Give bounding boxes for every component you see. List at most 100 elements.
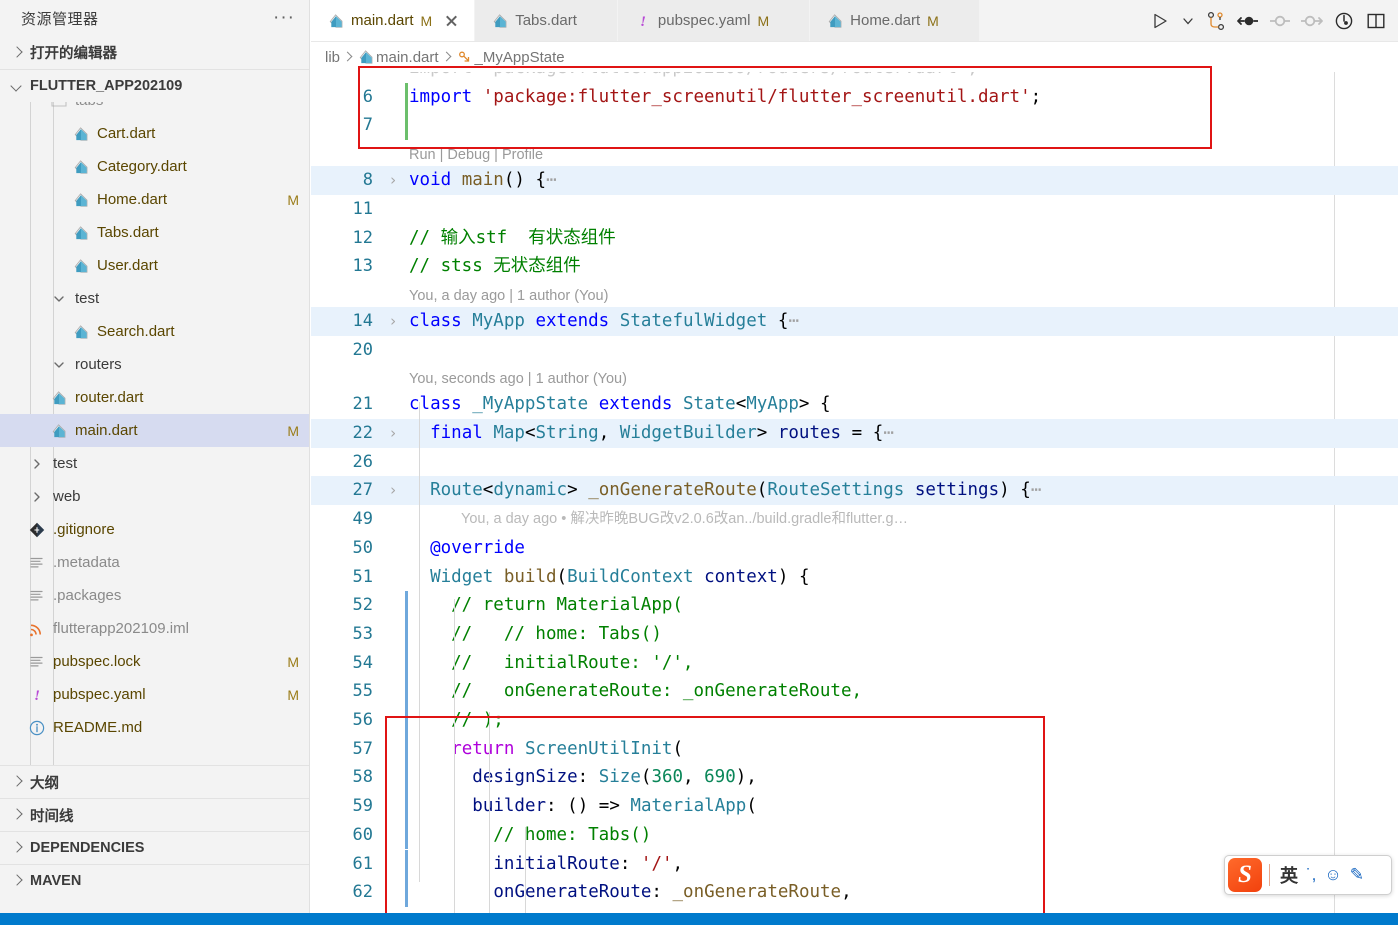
tree-item-label: web [53, 488, 81, 505]
sidebar-section--[interactable]: 时间线 [0, 798, 309, 831]
line-number: 61 [352, 853, 373, 874]
fold-chevron-icon[interactable]: › [385, 419, 401, 448]
code-line[interactable]: 6 import 'package:flutter_screenutil/flut… [311, 83, 1398, 112]
code-line[interactable]: 54 // initialRoute: '/', [311, 649, 1398, 678]
tree-item-search-dart[interactable]: Search.dart [0, 315, 309, 348]
tree-item-readme-md[interactable]: README.md [0, 711, 309, 744]
sidebar-section-dependencies[interactable]: DEPENDENCIES [0, 831, 309, 864]
line-number: 22 [352, 423, 373, 443]
info-icon [26, 718, 48, 738]
code-line[interactable]: 58 designSize: Size(360, 690), [311, 763, 1398, 792]
git-fork-icon[interactable] [1201, 5, 1231, 37]
tree-item-modified-badge: M [287, 191, 299, 208]
status-bar[interactable] [0, 913, 1398, 925]
code-line[interactable]: 51 Widget build(BuildContext context) { [311, 563, 1398, 592]
run-button[interactable] [1145, 5, 1175, 37]
sidebar-section-maven[interactable]: MAVEN [0, 864, 309, 897]
tree-item-main-dart[interactable]: main.dart M [0, 414, 309, 447]
tree-item-router-dart[interactable]: router.dart [0, 381, 309, 414]
gutter-change-marker [405, 619, 408, 649]
explorer-more-actions-button[interactable]: ··· [273, 8, 295, 27]
line-number: 54 [352, 652, 373, 673]
step-back-icon[interactable] [1233, 5, 1263, 37]
tree-item-flutterapp202109-iml[interactable]: flutterapp202109.iml [0, 612, 309, 645]
ime-pen-icon[interactable]: ✎ [1346, 865, 1368, 885]
gutter-change-marker [405, 792, 408, 821]
tree-item-web[interactable]: web [0, 480, 309, 513]
ime-emoji-icon[interactable]: ☺ [1320, 865, 1345, 885]
run-dropdown-chevron-icon[interactable] [1177, 5, 1199, 37]
tree-item-label: .packages [53, 587, 122, 604]
code-editor[interactable]: import 'package:flutterapp202109/routers… [311, 72, 1398, 913]
code-line[interactable]: 14 › class MyApp extends StatefulWidget {⋯ [311, 306, 1398, 336]
tree-item-label: test [53, 455, 78, 472]
ime-toolbar[interactable]: S 英 ˙, ☺ ✎ [1224, 855, 1392, 895]
code-line[interactable]: 52 // return MaterialApp( [311, 591, 1398, 620]
section-project-root[interactable]: FLUTTER_APP202109 [0, 69, 309, 102]
close-icon[interactable] [443, 12, 460, 29]
code-lens[interactable]: You, seconds ago | 1 author (You) [409, 366, 627, 392]
tree-item-label: .gitignore [53, 521, 115, 538]
fold-chevron-icon[interactable]: › [385, 307, 401, 336]
tree-item--metadata[interactable]: .metadata [0, 546, 309, 579]
ime-mode-button[interactable]: 英 [1276, 862, 1302, 888]
line-number: 12 [352, 227, 373, 248]
breadcrumb-item-main-dart[interactable]: main.dart [356, 48, 439, 66]
code-line[interactable]: 59 builder: () => MaterialApp( [311, 792, 1398, 821]
code-line[interactable]: 50 @override [311, 534, 1398, 563]
editor-tab-pubspec-yaml[interactable]: ! pubspec.yaml M [617, 0, 811, 41]
breadcrumb-separator-icon [340, 49, 356, 65]
line-number: 27 [352, 480, 373, 501]
code-line[interactable]: 55 // onGenerateRoute: _onGenerateRoute, [311, 677, 1398, 706]
fold-chevron-icon[interactable]: › [385, 166, 401, 195]
code-lens[interactable]: Run | Debug | Profile [409, 142, 543, 168]
code-line[interactable]: 8 › void main() {⋯ [311, 166, 1398, 195]
code-line[interactable]: 21 class _MyAppState extends State<MyApp>… [311, 390, 1398, 419]
tree-item-category-dart[interactable]: Category.dart [0, 150, 309, 183]
tree-item-pubspec-yaml[interactable]: ! pubspec.yaml M [0, 678, 309, 711]
gutter-change-marker [405, 648, 408, 678]
code-line[interactable]: 7 [311, 111, 1398, 140]
tree-item-test[interactable]: test [0, 447, 309, 480]
code-line[interactable]: 53 // // home: Tabs() [311, 620, 1398, 649]
code-line[interactable]: 12 // 输入stf 有状态组件 [311, 224, 1398, 253]
tree-item-routers[interactable]: routers [0, 348, 309, 381]
code-lens[interactable]: You, a day ago | 1 author (You) [409, 283, 608, 309]
code-line[interactable]: 13 // stss 无状态组件 [311, 252, 1398, 281]
chevron-right-icon [8, 839, 26, 857]
gutter-change-marker [405, 82, 408, 112]
code-line[interactable]: 56 // ); [311, 706, 1398, 735]
tree-item--packages[interactable]: .packages [0, 579, 309, 612]
tree-item-home-dart[interactable]: Home.dart M [0, 183, 309, 216]
sogou-logo-icon[interactable]: S [1228, 858, 1262, 892]
code-line[interactable]: 20 [311, 336, 1398, 365]
fold-chevron-icon[interactable]: › [385, 476, 401, 505]
code-line[interactable]: 22 › final Map<String, WidgetBuilder> rou… [311, 419, 1398, 448]
tree-item-tabs[interactable]: tabs [0, 102, 309, 117]
line-number: 62 [352, 882, 373, 903]
breadcrumb-item-lib[interactable]: lib [325, 49, 340, 66]
tree-item--gitignore[interactable]: .gitignore [0, 513, 309, 546]
dart-icon [491, 12, 513, 30]
tree-item-user-dart[interactable]: User.dart [0, 249, 309, 282]
section-open-editors[interactable]: 打开的编辑器 [0, 36, 309, 69]
editor-tab-home-dart[interactable]: Home.dart M [810, 0, 980, 41]
editor-tab-tabs-dart[interactable]: Tabs.dart [475, 0, 618, 41]
debug-clock-icon[interactable] [1329, 5, 1359, 37]
code-line[interactable]: 11 [311, 195, 1398, 224]
tree-item-pubspec-lock[interactable]: pubspec.lock M [0, 645, 309, 678]
code-line[interactable]: 60 // home: Tabs() [311, 821, 1398, 850]
code-line[interactable]: 26 [311, 448, 1398, 477]
tree-item-tabs-dart[interactable]: Tabs.dart [0, 216, 309, 249]
editor-tab-main-dart[interactable]: main.dart M [311, 0, 476, 41]
tree-item-cart-dart[interactable]: Cart.dart [0, 117, 309, 150]
ime-punctuation-button[interactable]: ˙, [1302, 865, 1320, 885]
code-line[interactable]: 27 › Route<dynamic> _onGenerateRoute(Rout… [311, 476, 1398, 506]
sidebar-section--[interactable]: 大纲 [0, 765, 309, 798]
tree-item-label: Cart.dart [97, 125, 156, 142]
code-line[interactable]: 57 return ScreenUtilInit( [311, 735, 1398, 764]
warning-icon: ! [26, 685, 48, 705]
split-editor-icon[interactable] [1361, 5, 1391, 37]
breadcrumb-item--myappstate[interactable]: _MyAppState [455, 48, 565, 66]
tree-item-test[interactable]: test [0, 282, 309, 315]
